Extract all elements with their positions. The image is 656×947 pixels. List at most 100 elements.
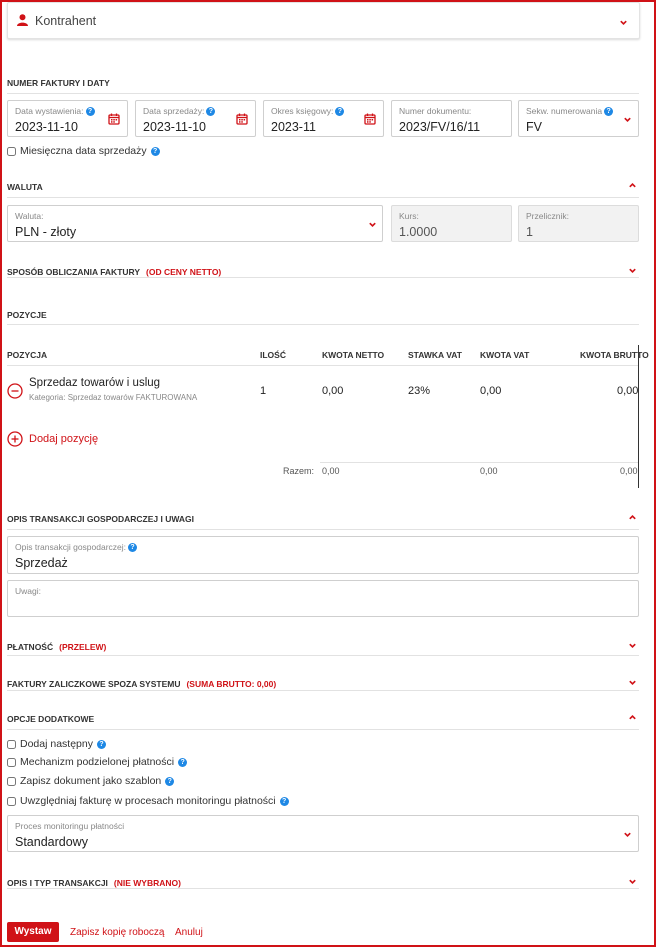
currency-select[interactable]: Waluta: PLN - złoty bbox=[7, 205, 383, 242]
payment-tag: (PRZELEW) bbox=[59, 642, 107, 652]
exchange-rate-field: Kurs: 1.0000 bbox=[391, 205, 512, 242]
help-icon[interactable]: ? bbox=[150, 146, 160, 156]
help-icon[interactable]: ? bbox=[165, 776, 175, 786]
column-header-vat-rate: STAWKA VAT bbox=[408, 350, 462, 360]
accounting-period-value: 2023-11 bbox=[271, 120, 316, 134]
remove-circle-icon[interactable] bbox=[7, 383, 23, 399]
numbering-sequence-select[interactable]: Sekw. numerowania? FV bbox=[518, 100, 639, 137]
section-title-invoice-numbers: NUMER FAKTURY I DATY bbox=[7, 78, 110, 88]
transaction-description-field[interactable]: Opis transakcji gospodarczej:? Sprzedaż bbox=[7, 536, 639, 574]
transaction-description-value: Sprzedaż bbox=[15, 556, 68, 570]
issue-date-field[interactable]: Data wystawienia:? 2023-11-10 bbox=[7, 100, 128, 137]
advance-invoices-title: FAKTURY ZALICZKOWE SPOZA SYSTEMU bbox=[7, 679, 181, 689]
calendar-icon[interactable] bbox=[236, 113, 248, 125]
chevron-up-icon[interactable] bbox=[628, 181, 637, 190]
contractor-select[interactable]: Kontrahent bbox=[7, 2, 640, 39]
help-icon[interactable]: ? bbox=[604, 107, 614, 116]
item-name[interactable]: Sprzedaz towarów i uslug bbox=[29, 377, 160, 389]
accounting-period-field[interactable]: Okres księgowy:? 2023-11 bbox=[263, 100, 384, 137]
payment-title: PŁATNOŚĆ bbox=[7, 642, 54, 652]
monthly-sale-date-checkbox[interactable]: Miesięczna data sprzedaży? bbox=[7, 145, 160, 157]
option-split-payment-checkbox[interactable]: Mechanizm podzielonej płatności? bbox=[7, 756, 188, 768]
help-icon[interactable]: ? bbox=[96, 739, 106, 749]
checkbox[interactable] bbox=[7, 796, 16, 806]
option-add-next-checkbox[interactable]: Dodaj następny? bbox=[7, 738, 106, 750]
column-header-quantity: ILOŚĆ bbox=[260, 350, 286, 360]
advance-invoices-tag: (SUMA BRUTTO: 0,00) bbox=[186, 679, 277, 689]
monitoring-process-label: Proces monitoringu płatności bbox=[15, 821, 125, 831]
monitoring-process-value: Standardowy bbox=[15, 835, 88, 849]
help-icon[interactable]: ? bbox=[206, 107, 216, 116]
checkbox[interactable] bbox=[7, 776, 16, 786]
checkbox[interactable] bbox=[7, 757, 16, 767]
chevron-down-icon[interactable] bbox=[628, 641, 637, 650]
document-number-value: 2023/FV/16/11 bbox=[399, 120, 481, 134]
help-icon[interactable]: ? bbox=[128, 543, 138, 552]
add-position-button[interactable]: Dodaj pozycję bbox=[7, 431, 98, 447]
divider bbox=[7, 529, 639, 530]
section-advance-invoices[interactable]: FAKTURY ZALICZKOWE SPOZA SYSTEMU (SUMA BR… bbox=[7, 679, 639, 689]
option-payment-monitoring-checkbox[interactable]: Uwzględniaj fakturę w procesach monitori… bbox=[7, 795, 289, 807]
notes-field[interactable]: Uwagi: bbox=[7, 580, 639, 617]
section-transaction-type[interactable]: OPIS I TYP TRANSAKCJI (NIE WYBRANO) bbox=[7, 878, 639, 888]
currency-value: PLN - złoty bbox=[15, 225, 77, 239]
column-header-vat: KWOTA VAT bbox=[480, 350, 530, 360]
calendar-icon[interactable] bbox=[108, 113, 120, 125]
help-icon[interactable]: ? bbox=[279, 796, 289, 806]
section-title-positions: POZYCJE bbox=[7, 310, 47, 320]
help-icon[interactable]: ? bbox=[178, 757, 188, 767]
section-title-description: OPIS TRANSAKCJI GOSPODARCZEJ I UWAGI bbox=[7, 514, 195, 524]
section-calculation-method[interactable]: SPOSÓB OBLICZANIA FAKTURY (OD CENY NETTO) bbox=[7, 267, 639, 277]
item-category: Kategoria: Sprzedaz towarów FAKTUROWANA bbox=[29, 393, 198, 402]
option-save-template-checkbox[interactable]: Zapisz dokument jako szablon? bbox=[7, 775, 175, 787]
column-header-net: KWOTA NETTO bbox=[322, 350, 385, 360]
total-net: 0,00 bbox=[322, 466, 340, 476]
cancel-link[interactable]: Anuluj bbox=[175, 927, 203, 938]
issue-date-value: 2023-11-10 bbox=[15, 120, 79, 134]
help-icon[interactable]: ? bbox=[85, 107, 95, 116]
chevron-down-icon[interactable] bbox=[623, 830, 632, 839]
issue-date-label: Data wystawienia: bbox=[15, 106, 84, 116]
divider bbox=[7, 365, 639, 366]
chevron-up-icon[interactable] bbox=[628, 513, 637, 522]
document-number-label: Numer dokumentu: bbox=[399, 106, 472, 116]
exchange-rate-value: 1.0000 bbox=[399, 225, 438, 239]
exchange-rate-label: Kurs: bbox=[399, 211, 419, 221]
divider bbox=[7, 277, 639, 278]
checkbox[interactable] bbox=[7, 146, 16, 156]
contractor-label: Kontrahent bbox=[35, 14, 97, 28]
chevron-down-icon[interactable] bbox=[368, 220, 377, 229]
sale-date-field[interactable]: Data sprzedaży:? 2023-11-10 bbox=[135, 100, 256, 137]
calendar-icon[interactable] bbox=[364, 113, 376, 125]
total-label: Razem: bbox=[283, 466, 315, 476]
divider bbox=[7, 888, 639, 889]
chevron-up-icon[interactable] bbox=[628, 713, 637, 722]
currency-label: Waluta: bbox=[15, 211, 44, 221]
chevron-down-icon[interactable] bbox=[619, 18, 628, 27]
chevron-down-icon[interactable] bbox=[628, 678, 637, 687]
calculation-method-title: SPOSÓB OBLICZANIA FAKTURY bbox=[7, 267, 141, 277]
section-payment[interactable]: PŁATNOŚĆ (PRZELEW) bbox=[7, 642, 639, 652]
divider bbox=[7, 197, 639, 198]
transaction-description-label: Opis transakcji gospodarczej: bbox=[15, 542, 127, 552]
divider bbox=[320, 462, 638, 463]
checkbox[interactable] bbox=[7, 739, 16, 749]
notes-label: Uwagi: bbox=[15, 586, 41, 596]
item-vat-rate: 23% bbox=[408, 385, 431, 397]
divider bbox=[7, 690, 639, 691]
accounting-period-label: Okres księgowy: bbox=[271, 106, 334, 116]
chevron-down-icon[interactable] bbox=[628, 877, 637, 886]
numbering-sequence-value: FV bbox=[526, 120, 542, 134]
save-draft-link[interactable]: Zapisz kopię roboczą bbox=[70, 927, 165, 938]
submit-button[interactable]: Wystaw bbox=[7, 922, 59, 942]
chevron-down-icon[interactable] bbox=[623, 115, 632, 124]
table-scrollbar[interactable] bbox=[638, 345, 639, 488]
chevron-down-icon[interactable] bbox=[628, 266, 637, 275]
transaction-type-tag: (NIE WYBRANO) bbox=[113, 878, 181, 888]
option-label: Dodaj następny bbox=[20, 738, 93, 750]
help-icon[interactable]: ? bbox=[335, 107, 345, 116]
document-number-field[interactable]: Numer dokumentu: 2023/FV/16/11 bbox=[391, 100, 512, 137]
user-icon bbox=[17, 14, 28, 26]
monitoring-process-select[interactable]: Proces monitoringu płatności Standardowy bbox=[7, 815, 639, 852]
section-title-currency: WALUTA bbox=[7, 182, 43, 192]
